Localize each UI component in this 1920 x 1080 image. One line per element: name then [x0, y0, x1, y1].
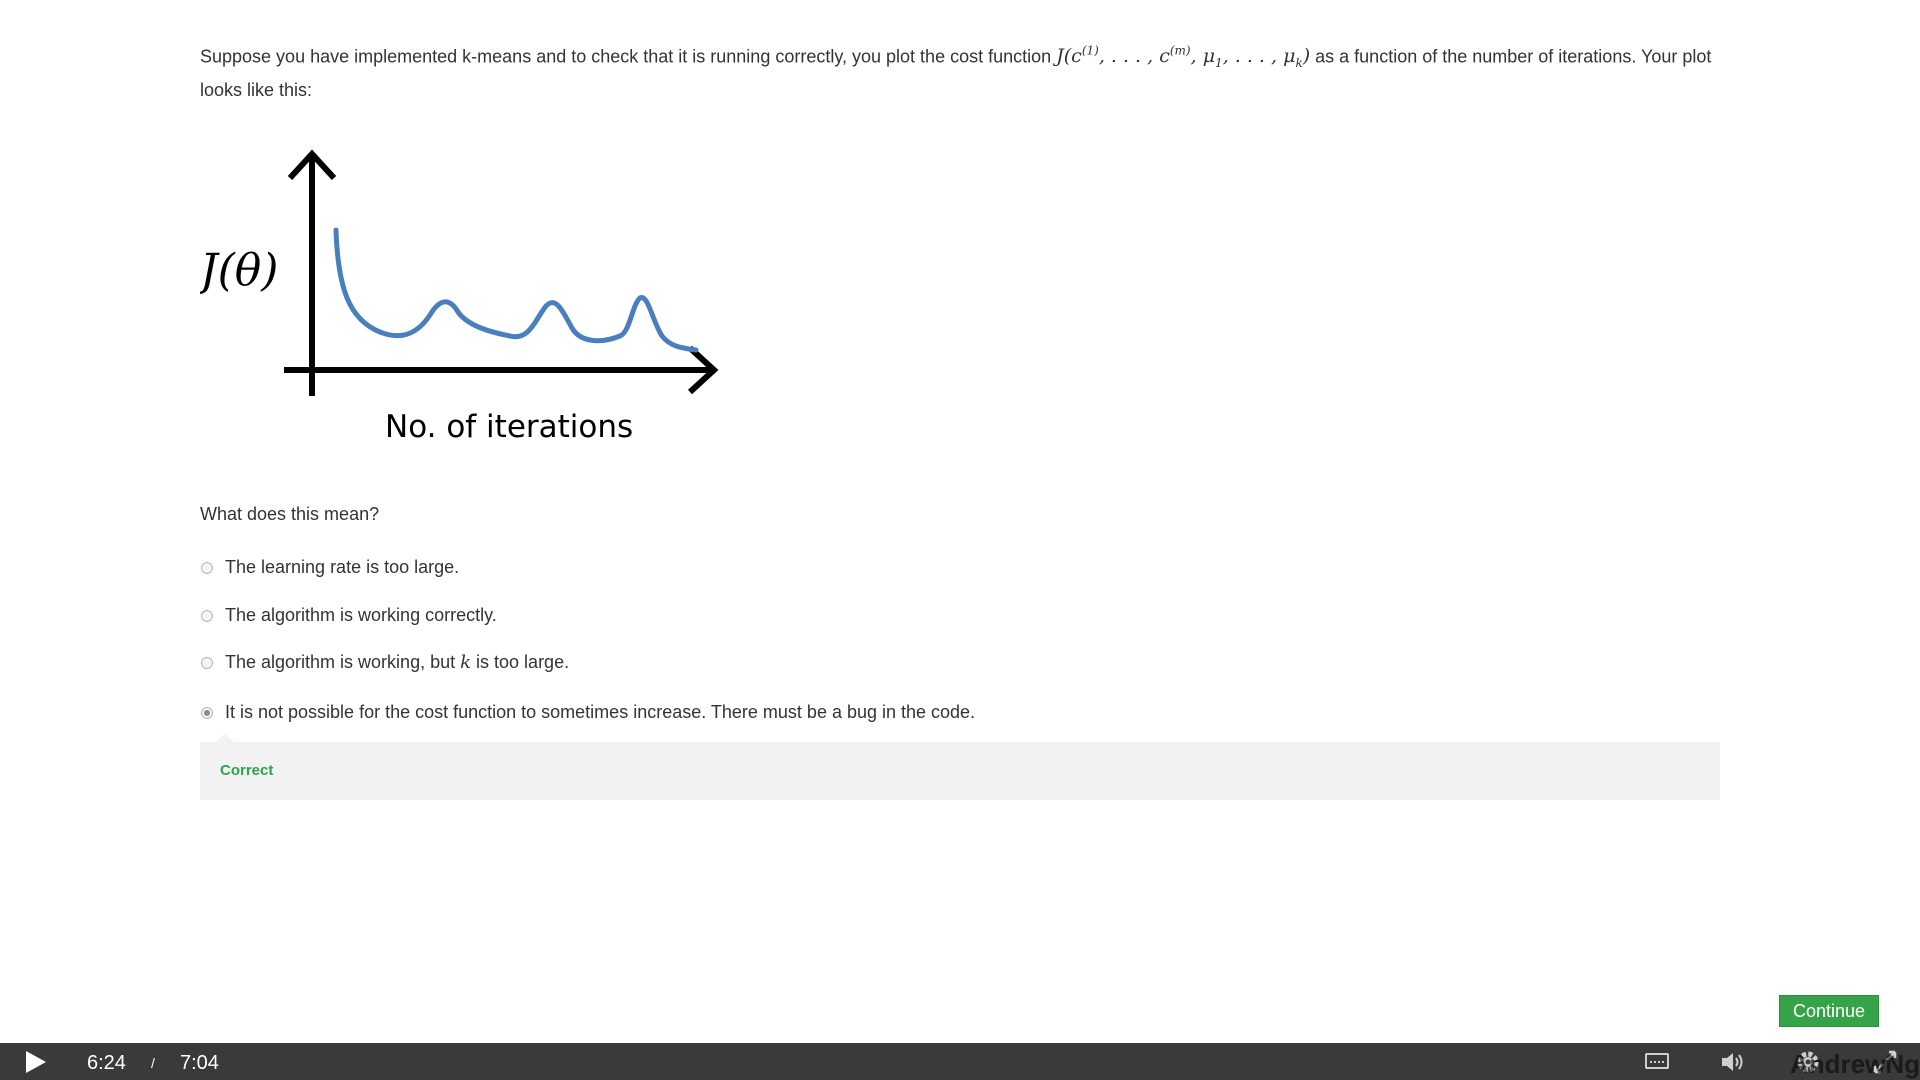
formula-mu-dots: , . . . , μ: [1222, 45, 1296, 68]
fullscreen-icon[interactable]: [1872, 1049, 1898, 1075]
play-icon[interactable]: [26, 1051, 46, 1073]
cost-plot-figure: J(θ) No. of iterations: [200, 149, 719, 445]
answer-option-label-after: is too large.: [471, 652, 570, 672]
quiz-page: Suppose you have implemented k-means and…: [0, 0, 1920, 1080]
feedback-label: Correct: [220, 762, 274, 779]
answer-option-label: The algorithm is working correctly.: [225, 605, 497, 625]
cost-curve: [333, 227, 699, 353]
question-block: Suppose you have implemented k-means and…: [200, 38, 1720, 104]
formula-sub-k: k: [1295, 56, 1303, 71]
formula-mu: , μ: [1190, 45, 1216, 68]
answer-option-variable: k: [460, 652, 472, 673]
formula-sup-m: (m): [1169, 44, 1191, 58]
question-text-before: Suppose you have implemented k-means and…: [200, 46, 1057, 67]
answer-option-3[interactable]: The algorithm is working, but k is too l…: [200, 649, 569, 676]
answer-option-4[interactable]: It is not possible for the cost function…: [200, 699, 975, 726]
radio-button[interactable]: [201, 656, 213, 669]
captions-icon[interactable]: [1645, 1053, 1669, 1069]
x-axis-label: No. of iterations: [385, 409, 633, 445]
feedback-box: Correct: [200, 734, 1720, 800]
answer-option-label: It is not possible for the cost function…: [225, 702, 976, 722]
answer-option-label: The learning rate is too large.: [225, 557, 460, 577]
answer-option-label: The algorithm is working, but k is too l…: [225, 652, 569, 673]
video-player-controls: 6:24 / 7:04 AndrewNg: [0, 1043, 1920, 1080]
prompt-text: What does this mean?: [200, 504, 380, 524]
volume-icon[interactable]: [1720, 1050, 1746, 1074]
formula-j-open: J(c: [1056, 45, 1082, 68]
radio-button[interactable]: [201, 561, 213, 574]
answer-option-label-before: The algorithm is working, but: [225, 652, 461, 672]
y-axis-label: J(θ): [200, 245, 278, 296]
cost-function-formula: J(c(1), . . . , c(m), μ1, . . . , μk): [1056, 44, 1310, 71]
duration: 7:04: [180, 1052, 219, 1074]
current-time: 6:24: [87, 1052, 126, 1074]
continue-button[interactable]: Continue: [1779, 995, 1879, 1027]
answer-option-2[interactable]: The algorithm is working correctly.: [200, 602, 497, 629]
formula-sub-1: 1: [1215, 56, 1223, 71]
time-separator: /: [151, 1055, 155, 1071]
formula-mid: , . . . , c: [1098, 45, 1170, 68]
answer-option-1[interactable]: The learning rate is too large.: [200, 554, 459, 581]
radio-button-selected[interactable]: [201, 706, 213, 719]
question-text: Suppose you have implemented k-means and…: [200, 38, 1720, 104]
radio-button[interactable]: [201, 609, 213, 622]
formula-sup-1: (1): [1081, 44, 1099, 58]
settings-gear-icon[interactable]: [1795, 1049, 1821, 1075]
